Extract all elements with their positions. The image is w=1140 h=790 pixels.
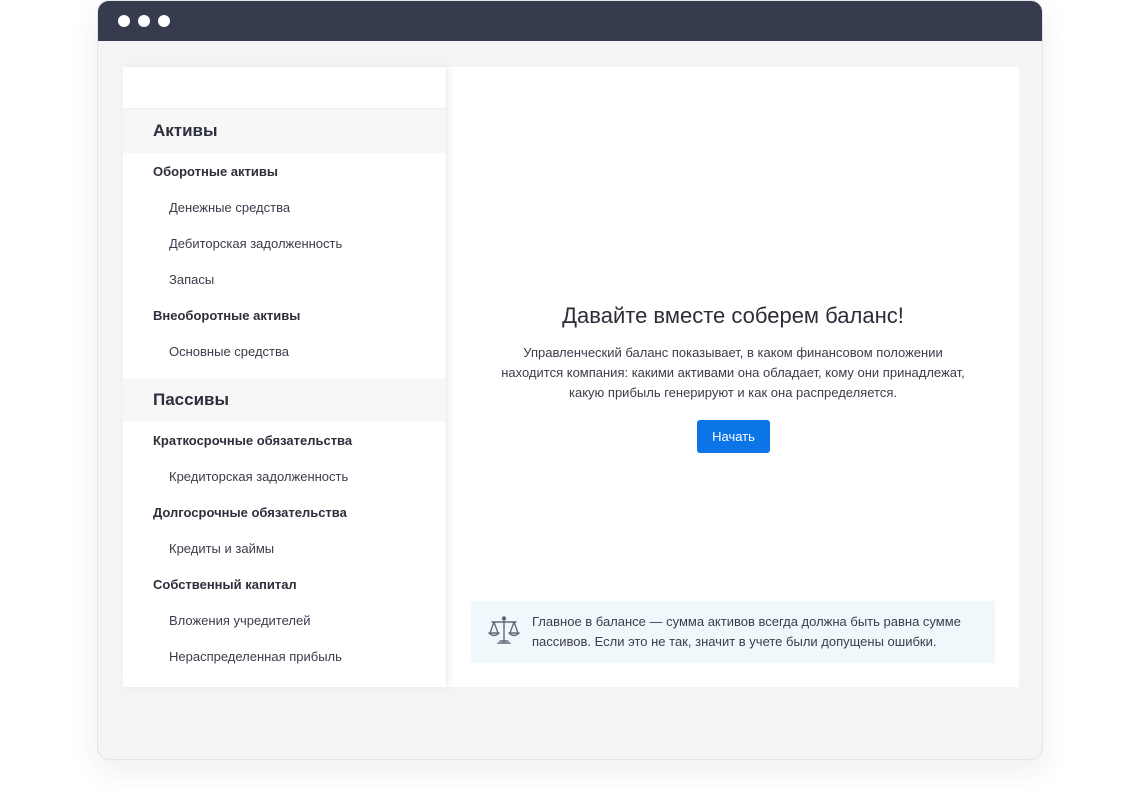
sidebar-item-fixed-assets[interactable]: Основные средства bbox=[123, 333, 446, 369]
page-description: Управленческий баланс показывает, в како… bbox=[497, 343, 969, 403]
balance-card: Активы Оборотные активы Денежные средств… bbox=[123, 67, 1019, 687]
group-current-assets: Оборотные активы bbox=[153, 163, 278, 179]
sidebar-item-retained-earnings[interactable]: Нераспределенная прибыль bbox=[123, 638, 446, 674]
group-short-term-liabilities: Краткосрочные обязательства bbox=[153, 432, 353, 448]
hint-line: Главное в балансе — сумма активов всегда… bbox=[532, 614, 961, 629]
sidebar-item-founders-contributions[interactable]: Вложения учредителей bbox=[123, 602, 446, 638]
main-panel: Давайте вместе соберем баланс! Управленч… bbox=[447, 67, 1019, 687]
sidebar-top-spacer bbox=[123, 67, 446, 109]
window-titlebar bbox=[98, 1, 1042, 41]
group-long-term-liabilities: Долгосрочные обязательства bbox=[153, 504, 347, 520]
description-line: какую прибыль генерируют и как она распр… bbox=[569, 385, 897, 400]
page-title: Давайте вместе соберем баланс! bbox=[562, 303, 904, 328]
hint-line: пассивов. Если это не так, значит в учет… bbox=[532, 634, 937, 649]
group-equity: Собственный капитал bbox=[153, 576, 297, 592]
window-dot-icon bbox=[158, 15, 170, 27]
section-header-liabilities: Пассивы bbox=[123, 378, 446, 422]
description-line: находится компания: какими активами она … bbox=[501, 365, 965, 380]
window-dot-icon bbox=[138, 15, 150, 27]
window-dot-icon bbox=[118, 15, 130, 27]
hint-box: Главное в балансе — сумма активов всегда… bbox=[471, 601, 995, 663]
browser-window: Активы Оборотные активы Денежные средств… bbox=[97, 0, 1043, 760]
sidebar-item-cash[interactable]: Денежные средства bbox=[123, 189, 446, 225]
sidebar-item-inventory[interactable]: Запасы bbox=[123, 261, 446, 297]
description-line: Управленческий баланс показывает, в како… bbox=[523, 345, 943, 360]
sidebar-item-loans[interactable]: Кредиты и займы bbox=[123, 530, 446, 566]
group-noncurrent-assets: Внеоборотные активы bbox=[153, 307, 301, 323]
start-button[interactable]: Начать bbox=[697, 420, 770, 453]
section-header-assets: Активы bbox=[123, 109, 446, 153]
hint-text: Главное в балансе — сумма активов всегда… bbox=[532, 612, 982, 652]
sidebar-item-receivables[interactable]: Дебиторская задолженность bbox=[123, 225, 446, 261]
sidebar-item-payables[interactable]: Кредиторская задолженность bbox=[123, 458, 446, 494]
balance-sidebar: Активы Оборотные активы Денежные средств… bbox=[123, 67, 447, 687]
scales-icon bbox=[488, 616, 520, 644]
